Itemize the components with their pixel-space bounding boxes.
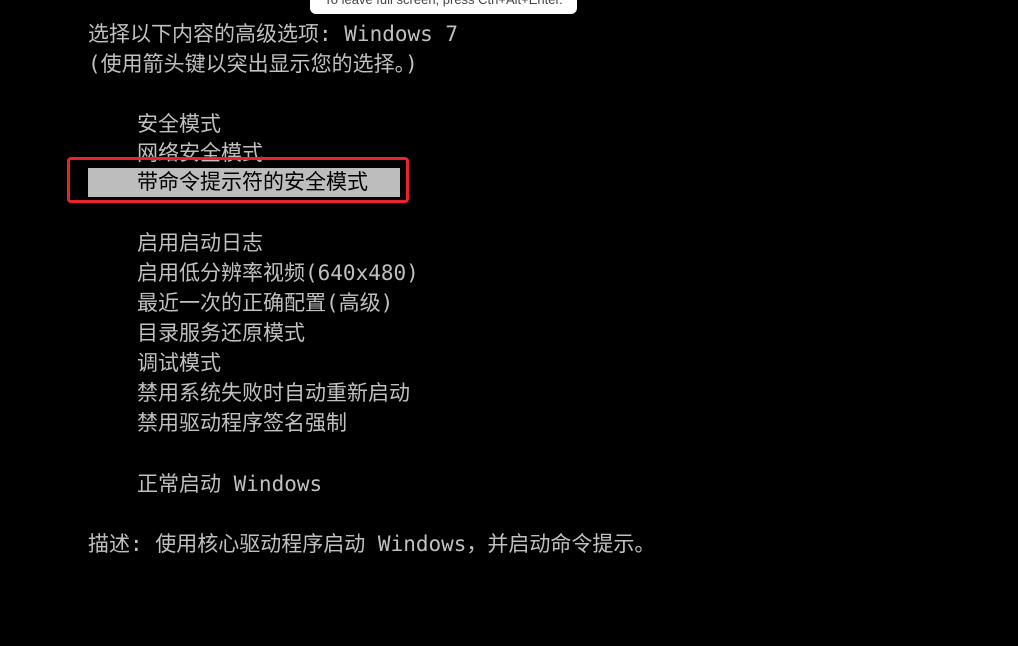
- menu-item-boot-logging[interactable]: 启用启动日志: [137, 229, 263, 257]
- menu-item-start-normally[interactable]: 正常启动 Windows: [137, 470, 322, 498]
- menu-item-disable-auto-restart[interactable]: 禁用系统失败时自动重新启动: [137, 379, 410, 407]
- menu-item-directory-services-restore[interactable]: 目录服务还原模式: [137, 319, 305, 347]
- menu-item-safe-mode[interactable]: 安全模式: [137, 110, 221, 138]
- menu-item-last-known-good[interactable]: 最近一次的正确配置(高级): [137, 289, 393, 317]
- menu-item-low-resolution-video[interactable]: 启用低分辨率视频(640x480): [137, 259, 419, 287]
- boot-options-instruction: (使用箭头键以突出显示您的选择。): [88, 52, 418, 76]
- option-description: 描述: 使用核心驱动程序启动 Windows，并启动命令提示。: [88, 532, 656, 556]
- menu-item-debugging-mode[interactable]: 调试模式: [137, 349, 221, 377]
- annotation-highlight-box: [67, 157, 409, 203]
- menu-item-disable-driver-signature[interactable]: 禁用驱动程序签名强制: [137, 409, 347, 437]
- fullscreen-exit-tooltip: To leave full screen, press Ctrl+Alt+Ent…: [310, 0, 577, 14]
- boot-options-title: 选择以下内容的高级选项: Windows 7: [88, 22, 459, 46]
